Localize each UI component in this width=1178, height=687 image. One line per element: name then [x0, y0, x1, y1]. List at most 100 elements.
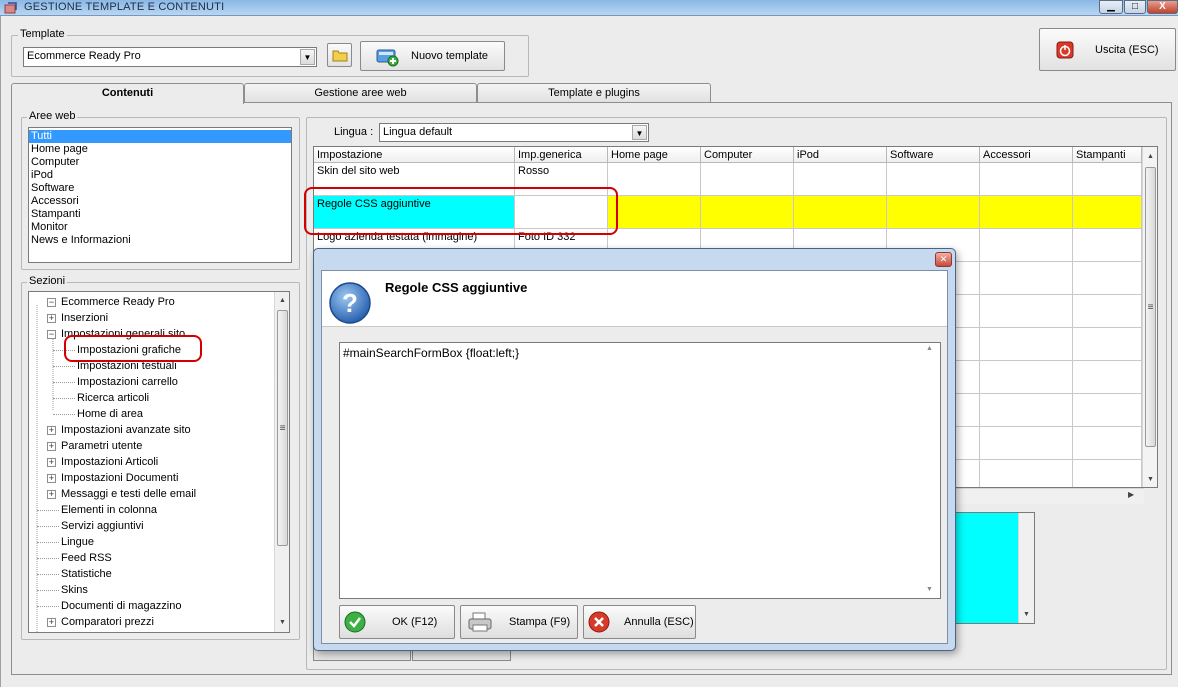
column-header[interactable]: Home page — [608, 147, 701, 163]
expand-icon[interactable]: + — [47, 474, 56, 483]
column-header[interactable]: Software — [887, 147, 980, 163]
sezioni-scrollbar[interactable]: ▲ ≡ ▼ — [274, 292, 289, 632]
column-header[interactable]: Imp.generica — [515, 147, 608, 163]
list-item[interactable]: Tutti — [29, 130, 291, 143]
column-header[interactable]: iPod — [794, 147, 887, 163]
grid-cell[interactable] — [1073, 262, 1142, 295]
tree-node[interactable]: Impostazioni Articoli — [61, 456, 158, 468]
list-item[interactable]: Accessori — [29, 195, 291, 208]
tree-node[interactable]: Comparatori prezzi — [61, 616, 154, 628]
grid-cell[interactable] — [794, 163, 887, 196]
css-textarea[interactable]: #mainSearchFormBox {float:left;} ▲ ▼ — [339, 342, 941, 599]
list-item[interactable]: News e Informazioni — [29, 234, 291, 247]
tree-node[interactable]: Home di area — [77, 408, 143, 420]
scroll-up-icon[interactable]: ▲ — [926, 345, 933, 352]
cancel-button[interactable]: Annulla (ESC) — [583, 605, 696, 639]
list-item[interactable]: Stampanti — [29, 208, 291, 221]
grid-cell[interactable] — [701, 163, 794, 196]
tree-node[interactable]: Feed RSS — [61, 552, 112, 564]
close-window-button[interactable]: X — [1147, 0, 1178, 14]
list-item[interactable]: Home page — [29, 143, 291, 156]
scroll-right-icon[interactable]: ▶ — [1128, 490, 1134, 499]
ok-button[interactable]: OK (F12) — [339, 605, 455, 639]
expand-icon[interactable]: + — [47, 442, 56, 451]
list-item[interactable]: Computer — [29, 156, 291, 169]
grid-cell[interactable] — [887, 196, 980, 229]
grid-cell[interactable] — [980, 295, 1073, 328]
template-select[interactable]: Ecommerce Ready Pro ▼ — [23, 47, 317, 67]
lingua-select[interactable]: Lingua default ▼ — [379, 123, 649, 142]
exit-button[interactable]: Uscita (ESC) — [1039, 28, 1176, 71]
list-item[interactable]: Software — [29, 182, 291, 195]
expand-icon[interactable]: + — [47, 426, 56, 435]
dialog-close-button[interactable]: ✕ — [935, 252, 952, 267]
tree-node[interactable]: Skins — [61, 584, 88, 596]
scroll-down-icon[interactable]: ▼ — [926, 586, 933, 593]
tree-node[interactable]: Elementi in colonna — [61, 504, 157, 516]
minimize-button[interactable]: ▁ — [1099, 0, 1123, 14]
expand-icon[interactable]: + — [47, 314, 56, 323]
tree-node[interactable]: Lingue — [61, 536, 94, 548]
grid-cell[interactable] — [608, 163, 701, 196]
list-item[interactable]: Monitor — [29, 221, 291, 234]
grid-hscroll[interactable]: ▶ — [956, 488, 1144, 504]
new-template-button[interactable]: Nuovo template — [360, 41, 505, 71]
open-folder-button[interactable] — [327, 43, 352, 67]
print-button[interactable]: Stampa (F9) — [460, 605, 578, 639]
chevron-down-icon[interactable]: ▼ — [632, 125, 647, 140]
column-header[interactable]: Accessori — [980, 147, 1073, 163]
tree-node[interactable]: Ricerca articoli — [77, 392, 149, 404]
grid-cell[interactable] — [1073, 229, 1142, 262]
expand-icon[interactable]: + — [47, 618, 56, 627]
scroll-down-icon[interactable]: ▼ — [1019, 608, 1034, 622]
grid-cell[interactable] — [980, 262, 1073, 295]
grid-cell[interactable] — [1073, 361, 1142, 394]
grid-cell[interactable] — [980, 163, 1073, 196]
list-item[interactable]: iPod — [29, 169, 291, 182]
collapse-icon[interactable]: − — [47, 330, 56, 339]
expand-icon[interactable]: + — [47, 458, 56, 467]
aree-web-list[interactable]: Tutti Home page Computer iPod Software Access… — [28, 127, 292, 263]
collapse-icon[interactable]: − — [47, 298, 56, 307]
tree-node[interactable]: Impostazioni carrello — [77, 376, 178, 388]
grid-cell[interactable] — [608, 196, 701, 229]
tab-template-plugins[interactable]: Template e plugins — [477, 83, 711, 103]
grid-vscroll[interactable]: ▲ ≡ ▼ — [1142, 147, 1157, 487]
grid-cell[interactable] — [701, 196, 794, 229]
scroll-up-icon[interactable]: ▲ — [275, 294, 289, 308]
grid-cell[interactable] — [1073, 328, 1142, 361]
grid-cell[interactable] — [1073, 295, 1142, 328]
tree-node[interactable]: Documenti di magazzino — [61, 600, 181, 612]
scroll-down-icon[interactable]: ▼ — [1143, 473, 1157, 487]
grid-cell[interactable] — [887, 163, 980, 196]
grid-cell[interactable] — [1073, 394, 1142, 427]
tree-node[interactable]: Servizi aggiuntivi — [61, 520, 144, 532]
column-header[interactable]: Impostazione — [314, 147, 515, 163]
grid-cell[interactable] — [980, 196, 1073, 229]
tab-contenuti[interactable]: Contenuti — [11, 83, 244, 104]
grid-cell[interactable] — [794, 196, 887, 229]
scroll-down-icon[interactable]: ▼ — [275, 616, 289, 630]
grid-cell[interactable] — [980, 427, 1073, 460]
grid-cell[interactable] — [1073, 427, 1142, 460]
tree-node[interactable]: Messaggi e testi delle email — [61, 488, 196, 500]
tree-node[interactable]: Inserzioni — [61, 312, 108, 324]
grid-cell[interactable] — [980, 394, 1073, 427]
grid-cell[interactable] — [1073, 460, 1142, 487]
tree-node[interactable]: Ecommerce Ready Pro — [61, 296, 175, 308]
expand-icon[interactable]: + — [47, 490, 56, 499]
grid-cell[interactable] — [980, 361, 1073, 394]
tree-node[interactable]: Impostazioni avanzate sito — [61, 424, 191, 436]
tree-node[interactable]: Gestione Feedback — [61, 632, 156, 633]
preview-scrollbar[interactable]: ▼ — [1018, 513, 1034, 623]
grid-cell[interactable] — [980, 328, 1073, 361]
tree-node[interactable]: Parametri utente — [61, 440, 142, 452]
maximize-button[interactable]: □ — [1124, 0, 1146, 14]
grid-cell[interactable] — [980, 229, 1073, 262]
tree-node[interactable]: Impostazioni Documenti — [61, 472, 178, 484]
tab-gestione-aree-web[interactable]: Gestione aree web — [244, 83, 477, 103]
column-header[interactable]: Stampanti — [1073, 147, 1142, 163]
tree-node[interactable]: Statistiche — [61, 568, 112, 580]
chevron-down-icon[interactable]: ▼ — [300, 49, 315, 65]
scroll-up-icon[interactable]: ▲ — [1143, 150, 1157, 164]
